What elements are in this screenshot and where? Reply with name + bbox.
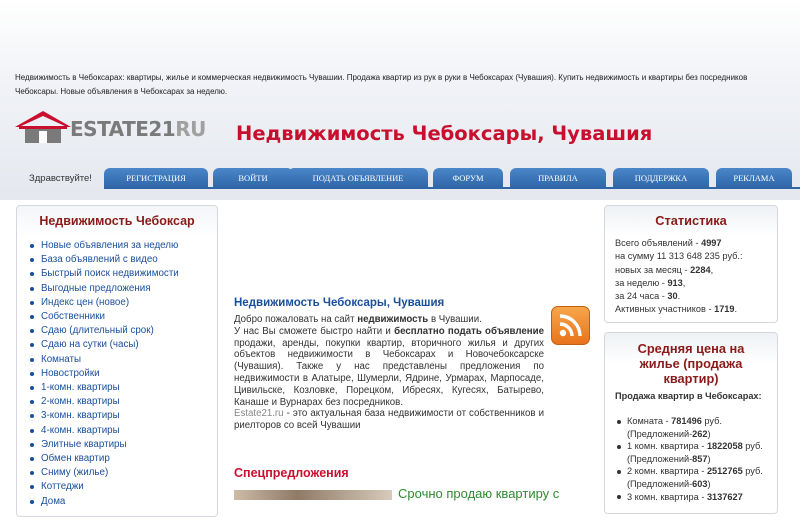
rss-glyph <box>559 314 582 337</box>
stats-active-label: Активных участников - <box>615 304 715 315</box>
nav-rules[interactable]: Правила <box>510 168 606 188</box>
stats-body: Всего объявлений - 4997 на сумму 11 313 … <box>615 237 775 317</box>
special-offer-link[interactable]: Срочно продаю квартиру с <box>398 486 559 501</box>
avg-item-price: 2512765 <box>706 466 743 477</box>
logo-house-icon <box>15 111 71 143</box>
avg-item-label: 1 комн. квартира - <box>627 441 707 452</box>
site-title: Недвижимость Чебоксары, Чувашия <box>236 122 653 145</box>
logo-main-text: ESTATE21 <box>70 117 176 141</box>
special-offers-title: Спецпредложения <box>234 466 349 480</box>
welcome-p2a: У нас Вы сможете быстро найти и <box>234 325 395 337</box>
avg-item-label: 2 комн. квартира - <box>627 466 707 477</box>
sidebar-item-houses[interactable]: Дома <box>30 495 179 509</box>
welcome-p2c: продажи, аренды, покупки квартир, вторич… <box>234 337 544 408</box>
stats-week-value: 913 <box>667 277 683 288</box>
stats-day: за 24 часа - 30. <box>615 291 681 302</box>
sidebar-item-rooms[interactable]: Комнаты <box>30 353 179 367</box>
nav-register[interactable]: Регистрация <box>104 168 208 188</box>
sidebar-item-owners[interactable]: Собственники <box>30 310 179 324</box>
avg-price-item: 3 комн. квартира - 3137627 <box>617 491 772 504</box>
sidebar-item-price-index[interactable]: Индекс цен (новое) <box>30 296 179 310</box>
sidebar-item-rent-long[interactable]: Сдаю (длительный срок) <box>30 324 179 338</box>
avg-item-currency: руб. <box>742 441 763 452</box>
sidebar-menu: Новые объявления за неделю База объявлен… <box>30 239 179 509</box>
sidebar-item-want-rent[interactable]: Сниму (жилье) <box>30 466 179 480</box>
avg-price-item: Комната - 781496 руб. (Предложений-262) <box>617 415 772 440</box>
avg-item-price: 781496 <box>671 416 702 426</box>
sidebar-item-rent-daily[interactable]: Сдаю на сутки (часы) <box>30 338 179 352</box>
left-sidebar: Недвижимость Чебоксар Новые объявления з… <box>16 205 218 517</box>
welcome-title: Недвижимость Чебоксары, Чувашия <box>234 297 445 309</box>
stats-total-label: Всего объявлений - <box>615 238 702 248</box>
nav-support[interactable]: Поддержка <box>613 168 709 188</box>
sidebar-item-quick-search[interactable]: Быстрый поиск недвижимости <box>30 267 179 281</box>
logo-text: ESTATE21RU <box>70 117 206 141</box>
stats-day-label: за 24 часа - <box>615 291 668 302</box>
stats-week-label: за неделю - <box>615 277 668 288</box>
stats-month: новых за месяц - 2284, <box>615 264 714 275</box>
avg-price-item: 1 комн. квартира - 1822058 руб. (Предложе… <box>617 440 772 465</box>
stats-total: Всего объявлений - 4997 <box>615 237 775 250</box>
sidebar-item-elite[interactable]: Элитные квартиры <box>30 438 179 452</box>
avg-price-title: Средняя цена на жилье (продажа квартир) <box>637 341 745 386</box>
avg-item-currency: руб. <box>701 416 722 426</box>
avg-item-label: Комната - <box>627 416 672 426</box>
stats-total-value: 4997 <box>701 238 722 248</box>
rss-icon[interactable] <box>551 306 590 345</box>
welcome-text: Добро пожаловать на сайт недвижимость в … <box>234 314 544 432</box>
sidebar-title: Недвижимость Чебоксар <box>39 214 195 228</box>
logo-suffix-text: RU <box>175 117 206 141</box>
greeting: Здравствуйте! <box>29 173 92 184</box>
nav-post-ad[interactable]: Подать объявление <box>288 168 428 188</box>
stats-week: за неделю - 913, <box>615 277 686 288</box>
sidebar-item-cottages[interactable]: Коттеджи <box>30 480 179 494</box>
avg-item-price: 3137627 <box>706 491 743 502</box>
welcome-p1a: Добро пожаловать на сайт <box>234 314 358 325</box>
stats-active-value: 1719 <box>714 304 735 315</box>
avg-item-offers: 857 <box>692 453 708 464</box>
avg-item-price: 1822058 <box>706 441 743 452</box>
site-description: Недвижимость в Чебоксарах: квартиры, жил… <box>15 73 748 96</box>
welcome-p1c: в Чувашии. <box>428 314 482 325</box>
avg-item-currency: руб. <box>742 466 763 477</box>
stats-day-value: 30 <box>667 291 678 302</box>
sidebar-item-4-room[interactable]: 4-комн. квартиры <box>30 424 179 438</box>
stats-active: Активных участников - 1719. <box>615 304 738 315</box>
avg-item-offers-label: (Предложений- <box>627 453 693 464</box>
sidebar-item-video-base[interactable]: База объявлений с видео <box>30 253 179 267</box>
sidebar-item-exchange[interactable]: Обмен квартир <box>30 452 179 466</box>
welcome-p2b: бесплатно подать объявление <box>394 325 544 337</box>
avg-item-offers-label: (Предложений- <box>627 428 693 439</box>
stats-month-label: новых за месяц - <box>615 264 691 275</box>
avg-item-offers-label: (Предложений- <box>627 478 693 489</box>
stats-month-value: 2284 <box>690 264 711 275</box>
avg-price-item: 2 комн. квартира - 2512765 руб. (Предложе… <box>617 465 772 490</box>
sidebar-item-1-room[interactable]: 1-комн. квартиры <box>30 381 179 395</box>
sidebar-item-new-buildings[interactable]: Новостройки <box>30 367 179 381</box>
sidebar-item-new-week[interactable]: Новые объявления за неделю <box>30 239 179 253</box>
sidebar-item-3-room[interactable]: 3-комн. квартиры <box>30 409 179 423</box>
welcome-site-name: Estate21.ru <box>234 408 284 420</box>
avg-item-offers: 262 <box>692 428 708 439</box>
welcome-p1b: недвижимость <box>357 314 429 325</box>
avg-item-label: 3 комн. квартира - <box>627 491 707 502</box>
sidebar-item-best-offers[interactable]: Выгодные предложения <box>30 282 179 296</box>
avg-price-list: Комната - 781496 руб. (Предложений-262) 1… <box>617 415 772 504</box>
stats-sum: на сумму 11 313 648 235 руб.: <box>615 251 743 262</box>
avg-price-panel: Средняя цена на жилье (продажа квартир) … <box>604 332 778 514</box>
avg-item-offers: 603 <box>692 478 708 489</box>
sidebar-item-2-room[interactable]: 2-комн. квартиры <box>30 395 179 409</box>
nav-forum[interactable]: Форум <box>433 168 503 188</box>
special-offer-photo[interactable] <box>234 490 392 500</box>
nav-advertising[interactable]: Реклама <box>716 168 792 188</box>
avg-price-heading: Продажа квартир в Чебоксарах: <box>615 391 762 401</box>
stats-panel: Статистика Всего объявлений - 4997 на су… <box>604 205 778 323</box>
stats-title: Статистика <box>655 213 727 228</box>
nav-login[interactable]: Войти <box>213 168 293 188</box>
